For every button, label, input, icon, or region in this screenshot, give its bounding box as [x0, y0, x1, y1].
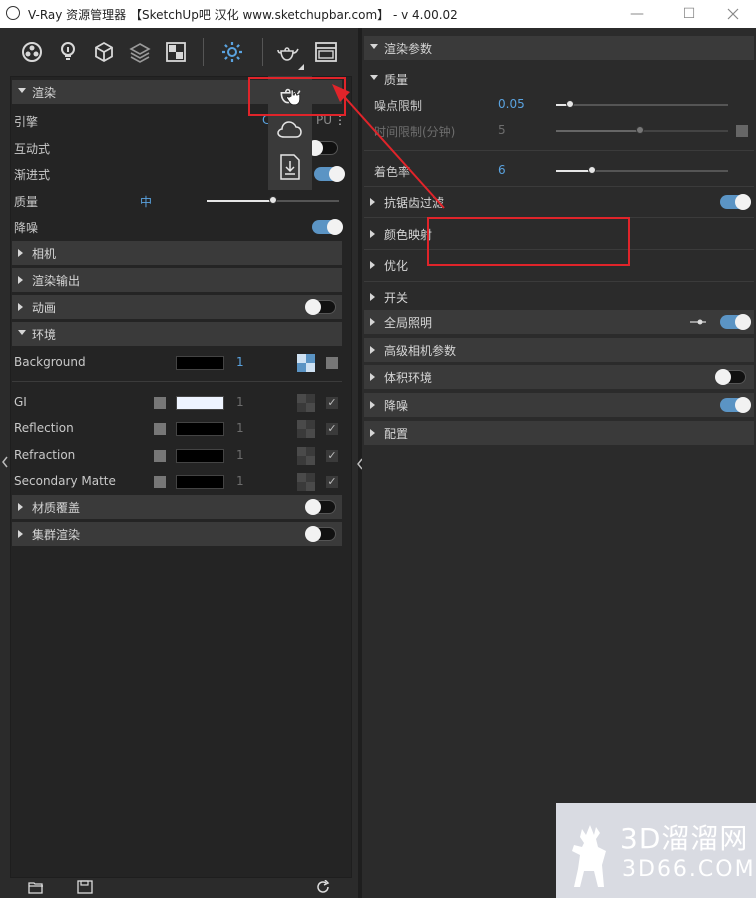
section-denoiser[interactable]: 降噪 [364, 393, 754, 417]
row-reflection: Reflection 1 ✓ [12, 417, 342, 441]
row-quality: 质量 中 [12, 189, 342, 213]
section-environment[interactable]: 环境 [12, 322, 342, 346]
reflection-texture-slot-icon[interactable] [297, 420, 315, 438]
watermark-line2: 3D66.COM [622, 857, 756, 882]
watermark: 3D溜溜网 3D66.COM [556, 803, 756, 898]
layers-icon[interactable] [128, 40, 152, 64]
section-global-illumination[interactable]: 全局照明 [364, 310, 754, 334]
gi-enable-checkbox[interactable] [154, 397, 166, 409]
shading-rate-slider[interactable] [556, 166, 728, 174]
open-folder-icon[interactable] [28, 880, 44, 894]
secondary-enable-checkbox[interactable] [154, 476, 166, 488]
separator [12, 381, 342, 382]
refraction-color-swatch[interactable] [176, 449, 224, 463]
section-animation[interactable]: 动画 [12, 295, 342, 319]
reflection-checkbox[interactable]: ✓ [326, 423, 338, 435]
annotation-highlight-box [427, 217, 630, 266]
save-icon[interactable] [77, 880, 93, 894]
textures-icon[interactable] [164, 40, 188, 64]
section-switches[interactable]: 开关 [364, 285, 754, 309]
reset-icon[interactable] [316, 880, 332, 894]
noise-limit-value[interactable]: 0.05 [498, 97, 525, 111]
gi-toggle[interactable] [720, 314, 751, 330]
gi-texture-slot-icon[interactable] [297, 394, 315, 412]
reflection-color-swatch[interactable] [176, 422, 224, 436]
maximize-button[interactable]: ☐ [666, 2, 712, 26]
toolbar-separator [203, 38, 204, 66]
section-volumetric-environment[interactable]: 体积环境 [364, 365, 754, 389]
dropdown-corner-icon [298, 64, 304, 70]
row-gi: GI 1 ✓ [12, 391, 342, 415]
background-checkbox[interactable] [326, 357, 338, 369]
render-teapot-icon[interactable] [276, 40, 300, 64]
gi-checkbox[interactable]: ✓ [326, 397, 338, 409]
animation-toggle[interactable] [305, 299, 336, 315]
swarm-toggle[interactable] [305, 526, 336, 542]
collapse-outer-icon[interactable] [1, 456, 9, 468]
refraction-texture-slot-icon[interactable] [297, 447, 315, 465]
reflection-multiplier[interactable]: 1 [236, 421, 244, 435]
toolbar-separator [262, 38, 263, 66]
vray-logo-icon [6, 6, 20, 20]
close-button[interactable] [710, 2, 756, 26]
cloud-render-icon[interactable] [277, 120, 303, 140]
secondary-color-swatch[interactable] [176, 475, 224, 489]
section-render-output[interactable]: 渲染输出 [12, 268, 342, 292]
close-icon [727, 8, 739, 20]
geometry-icon[interactable] [92, 40, 116, 64]
secondary-multiplier[interactable]: 1 [236, 474, 244, 488]
reflection-enable-checkbox[interactable] [154, 423, 166, 435]
window-title: V-Ray 资源管理器 【SketchUp吧 汉化 www.sketchupba… [28, 8, 458, 22]
minimize-button[interactable]: — [614, 2, 660, 26]
refraction-checkbox[interactable]: ✓ [326, 450, 338, 462]
row-denoise: 降噪 [12, 215, 343, 239]
separator [364, 281, 754, 282]
volumetric-toggle[interactable] [715, 369, 746, 385]
row-secondary-matte: Secondary Matte 1 ✓ [12, 470, 342, 494]
gi-color-swatch[interactable] [176, 396, 224, 410]
settings-gear-icon[interactable] [220, 40, 244, 64]
row-background: Background 1 [12, 351, 342, 375]
noise-limit-slider[interactable] [556, 100, 728, 108]
denoiser-toggle[interactable] [720, 397, 751, 413]
background-color-swatch[interactable] [176, 356, 224, 370]
time-limit-value[interactable]: 5 [498, 123, 506, 137]
quality-value[interactable]: 中 [140, 193, 152, 210]
shading-rate-value[interactable]: 6 [498, 163, 506, 177]
time-limit-slider[interactable] [556, 126, 728, 134]
gi-slider-icon[interactable] [690, 318, 706, 326]
secondary-checkbox[interactable]: ✓ [326, 476, 338, 488]
materials-icon[interactable] [20, 40, 44, 64]
denoise-toggle[interactable] [312, 219, 343, 235]
secondary-texture-slot-icon[interactable] [297, 473, 315, 491]
section-advanced-camera[interactable]: 高级相机参数 [364, 338, 754, 362]
section-render-params[interactable]: 渲染参数 [364, 36, 754, 60]
export-scene-icon[interactable] [278, 154, 302, 180]
section-swarm[interactable]: 集群渲染 [12, 522, 342, 546]
frame-buffer-icon[interactable] [314, 40, 338, 64]
section-configuration[interactable]: 配置 [364, 421, 754, 445]
row-refraction: Refraction 1 ✓ [12, 444, 342, 468]
background-multiplier[interactable]: 1 [236, 355, 244, 369]
annotation-arrow [332, 84, 445, 209]
section-camera[interactable]: 相机 [12, 241, 342, 265]
time-limit-checkbox[interactable] [736, 125, 748, 137]
section-material-override[interactable]: 材质覆盖 [12, 495, 342, 519]
refraction-enable-checkbox[interactable] [154, 450, 166, 462]
gi-multiplier[interactable]: 1 [236, 395, 244, 409]
material-override-toggle[interactable] [305, 499, 336, 515]
deer-logo-icon [572, 825, 606, 887]
toolbar [0, 28, 358, 76]
lights-icon[interactable] [56, 40, 80, 64]
title-bar: V-Ray 资源管理器 【SketchUp吧 汉化 www.sketchupba… [0, 0, 756, 28]
watermark-line1: 3D溜溜网 [620, 822, 749, 855]
refraction-multiplier[interactable]: 1 [236, 448, 244, 462]
background-texture-slot-icon[interactable] [297, 354, 315, 372]
antialias-toggle[interactable] [720, 194, 751, 210]
